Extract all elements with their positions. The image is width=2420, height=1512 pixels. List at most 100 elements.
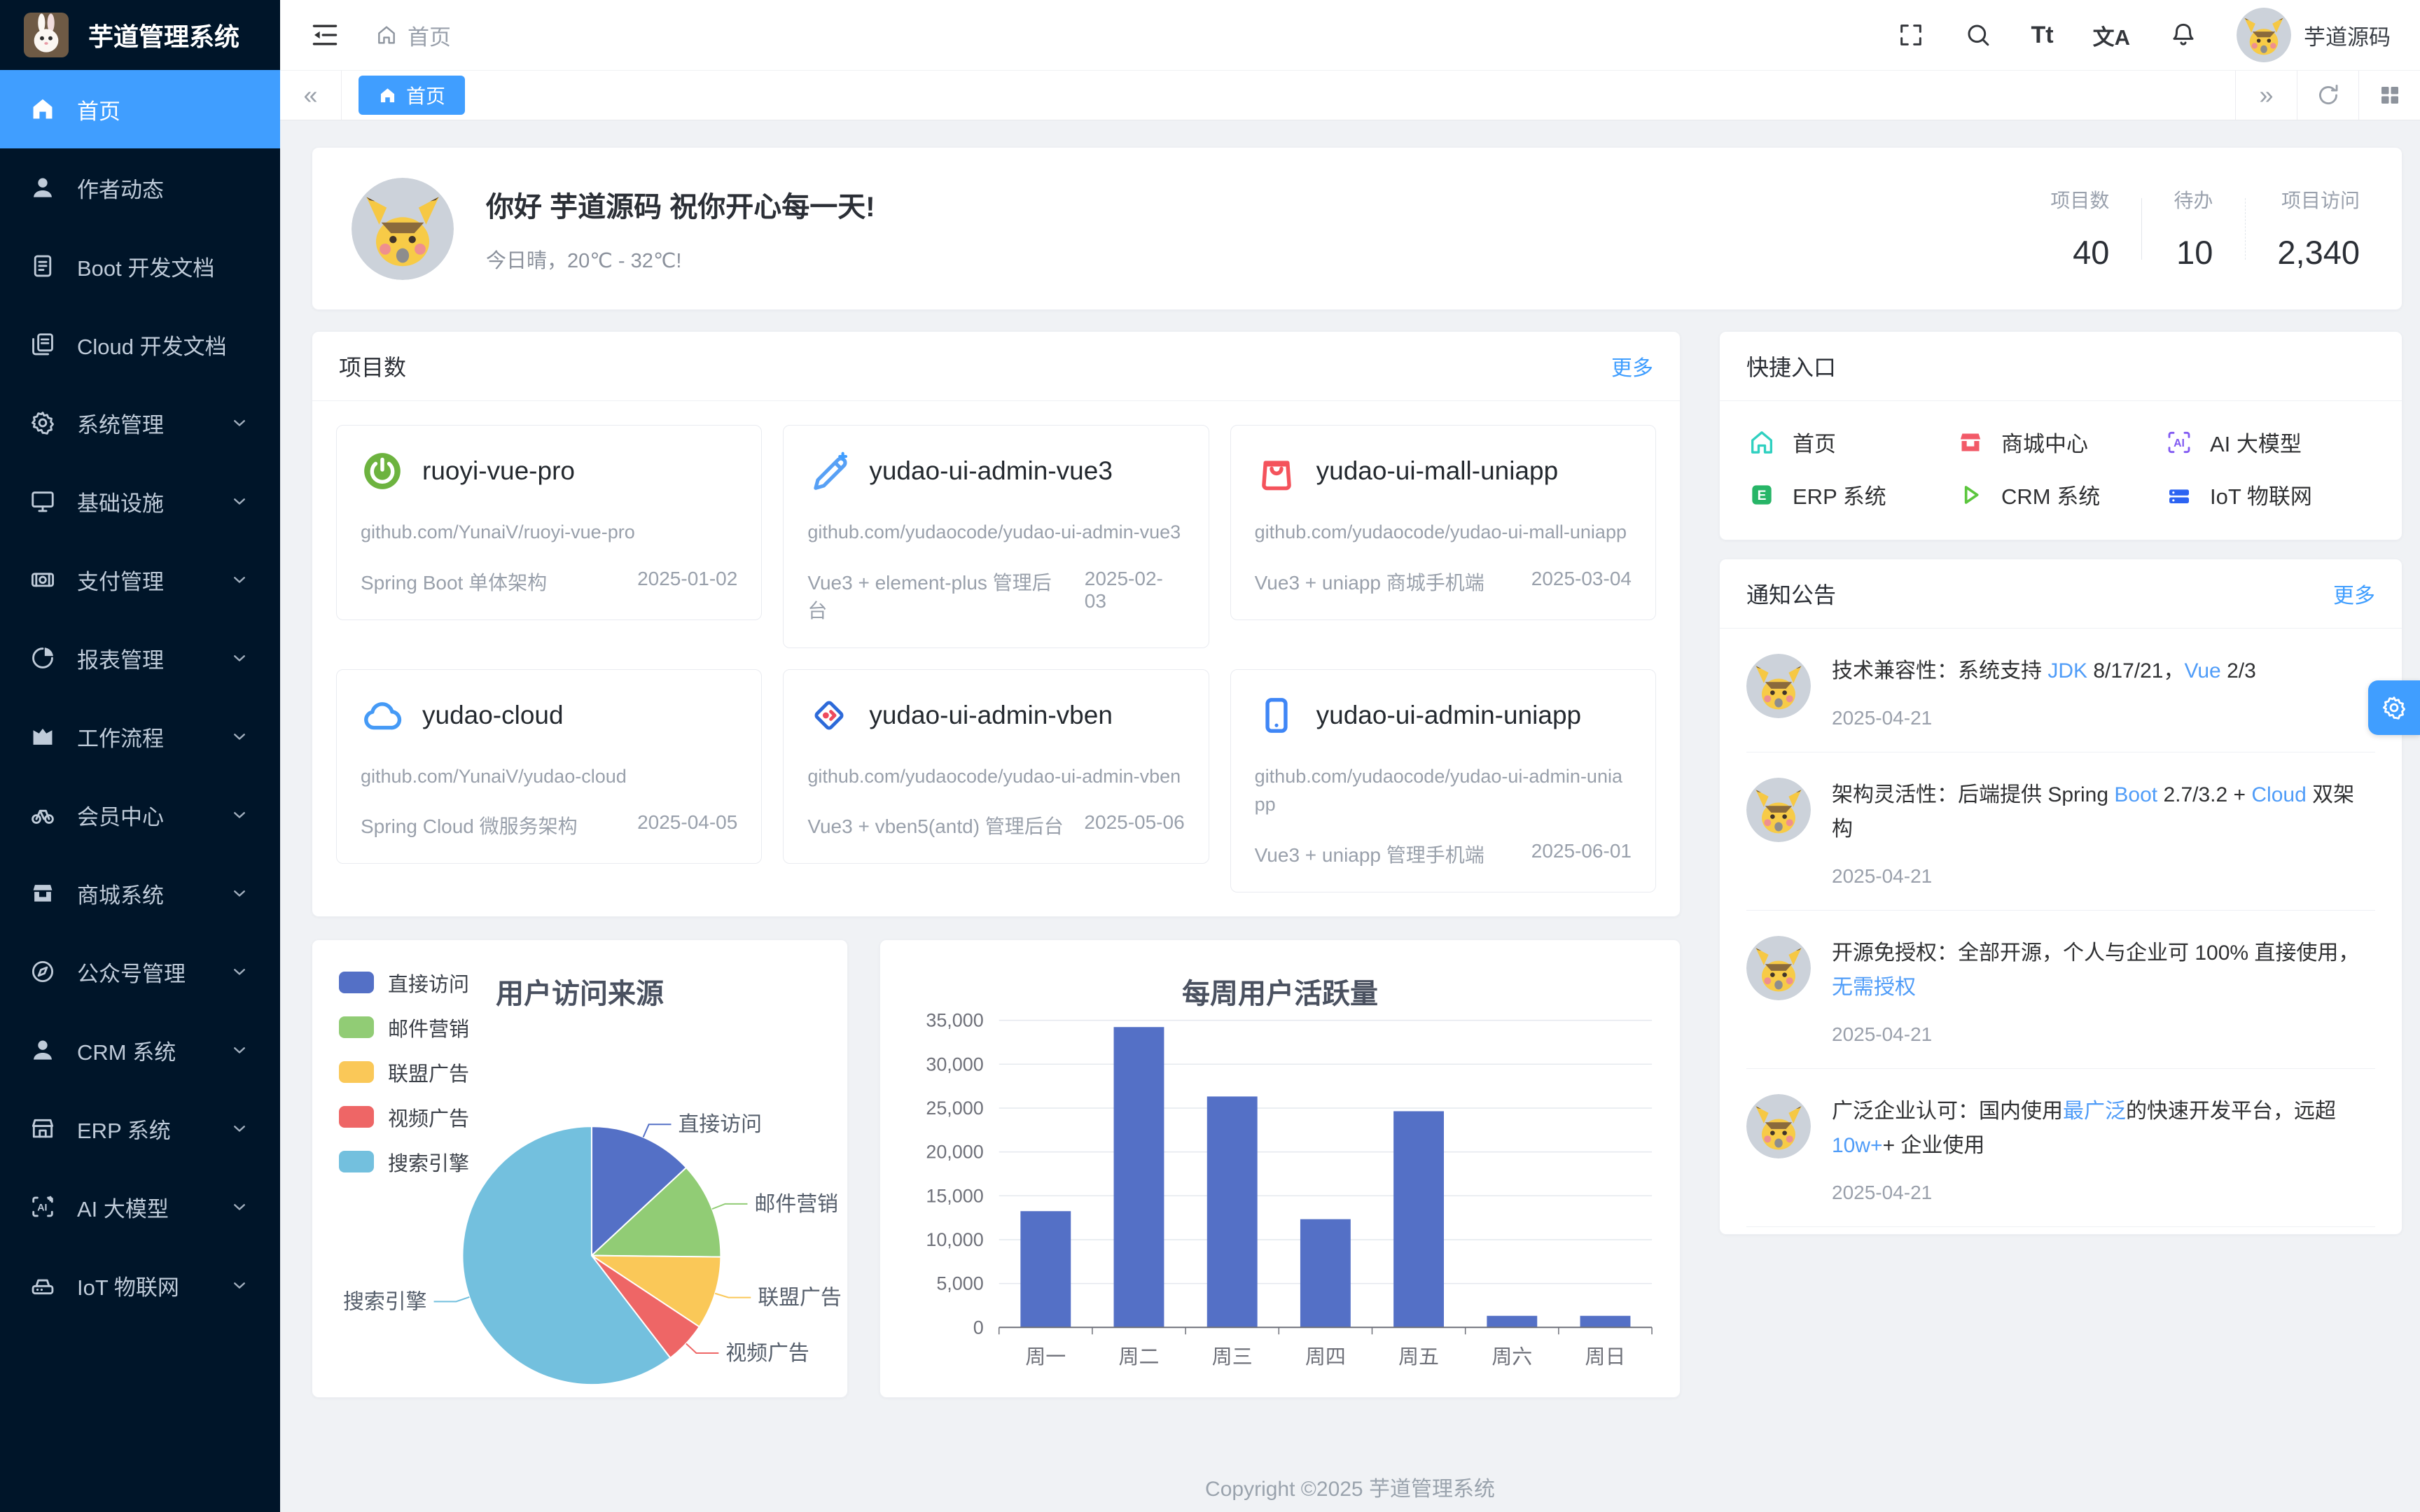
legend-item-联盟广告[interactable]: 联盟广告 — [339, 1058, 469, 1087]
language-icon[interactable]: 文A — [2093, 21, 2130, 49]
bag-icon — [1255, 449, 1298, 493]
user-icon — [29, 1037, 56, 1063]
projects-title: 项目数 — [339, 350, 406, 382]
project-card-ruoyi-vue-pro[interactable]: ruoyi-vue-pro github.com/YunaiV/ruoyi-vu… — [336, 425, 762, 620]
refresh-icon[interactable] — [2297, 71, 2358, 120]
legend-item-直接访问[interactable]: 直接访问 — [339, 968, 469, 997]
sidebar-item-10[interactable]: 商城系统 — [0, 854, 280, 932]
sidebar-item-label: 作者动态 — [77, 172, 251, 204]
sidebar-item-12[interactable]: CRM 系统 — [0, 1011, 280, 1089]
notice-item-0[interactable]: 技术兼容性：系统支持 JDK 8/17/21，Vue 2/3 2025-04-2… — [1746, 629, 2375, 752]
workflow-icon — [29, 723, 56, 750]
sidebar-menu: 首页 作者动态 Boot 开发文档 Cloud 开发文档 系统管理 基础设施 — [0, 70, 280, 1512]
quick-entry-card: 快捷入口 首页 商城中心 AI AI 大模型 E ERP 系统 CRM 系统 I… — [1719, 331, 2402, 540]
project-card-yudao-cloud[interactable]: yudao-cloud github.com/YunaiV/yudao-clou… — [336, 669, 762, 864]
legend-swatch — [339, 1151, 374, 1172]
tabs-menu-icon[interactable] — [2358, 71, 2420, 120]
tab-label: 首页 — [406, 81, 445, 109]
svg-text:视频广告: 视频广告 — [725, 1341, 809, 1364]
sidebar-item-9[interactable]: 会员中心 — [0, 776, 280, 854]
quick-link-CRM 系统[interactable]: CRM 系统 — [1956, 479, 2165, 510]
svg-text:周四: 周四 — [1305, 1346, 1346, 1368]
svg-text:搜索引擎: 搜索引擎 — [343, 1290, 427, 1313]
sidebar-item-4[interactable]: 系统管理 — [0, 384, 280, 462]
legend-item-邮件营销[interactable]: 邮件营销 — [339, 1013, 469, 1042]
sidebar-item-11[interactable]: 公众号管理 — [0, 932, 280, 1011]
notice-item-2[interactable]: 开源免授权：全部开源，个人与企业可 100% 直接使用，无需授权 2025-04… — [1746, 911, 2375, 1069]
sidebar-item-2[interactable]: Boot 开发文档 — [0, 227, 280, 305]
chevron-down-icon — [228, 1039, 251, 1061]
bicycle-icon — [29, 802, 56, 828]
sidebar-item-label: CRM 系统 — [77, 1035, 228, 1066]
sidebar-item-6[interactable]: 支付管理 — [0, 540, 280, 619]
project-date: 2025-02-03 — [1085, 568, 1185, 624]
project-card-yudao-ui-admin-vue3[interactable]: yudao-ui-admin-vue3 github.com/yudaocode… — [783, 425, 1209, 648]
svg-text:35,000: 35,000 — [926, 1009, 983, 1030]
settings-button[interactable] — [2368, 680, 2420, 735]
notice-text: 广泛企业认可：国内使用最广泛的快速开发平台，远超 10w++ 企业使用 — [1832, 1094, 2375, 1163]
project-name: yudao-ui-admin-vben — [869, 701, 1113, 730]
sidebar-item-7[interactable]: 报表管理 — [0, 619, 280, 697]
chevron-down-icon — [228, 647, 251, 669]
quick-link-AI 大模型[interactable]: AI AI 大模型 — [2165, 426, 2374, 458]
svg-text:周六: 周六 — [1491, 1346, 1532, 1368]
svg-text:直接访问: 直接访问 — [678, 1113, 762, 1136]
legend-item-搜索引擎[interactable]: 搜索引擎 — [339, 1147, 469, 1177]
sidebar-item-8[interactable]: 工作流程 — [0, 697, 280, 776]
bar-chart-title: 每周用户活跃量 — [880, 971, 1680, 1011]
sidebar-item-3[interactable]: Cloud 开发文档 — [0, 305, 280, 384]
notices-card: 通知公告 更多 技术兼容性：系统支持 JDK 8/17/21，Vue 2/3 2… — [1719, 559, 2402, 1235]
project-card-yudao-ui-mall-uniapp[interactable]: yudao-ui-mall-uniapp github.com/yudaocod… — [1230, 425, 1656, 620]
notice-item-3[interactable]: 广泛企业认可：国内使用最广泛的快速开发平台，远超 10w++ 企业使用 2025… — [1746, 1069, 2375, 1227]
app-logo-row[interactable]: 芋道管理系统 — [0, 0, 280, 70]
q-erp-icon: E — [1748, 481, 1776, 509]
sidebar-item-5[interactable]: 基础设施 — [0, 462, 280, 540]
notices-more-link[interactable]: 更多 — [2333, 578, 2375, 609]
columns: 项目数 更多 ruoyi-vue-pro github.com/YunaiV/r… — [312, 331, 2402, 1398]
search-icon[interactable] — [1964, 21, 1992, 49]
chevron-down-icon — [228, 412, 251, 434]
bell-icon[interactable] — [2169, 21, 2197, 49]
user-menu[interactable]: 芋道源码 — [2237, 8, 2391, 62]
sidebar-collapse-icon[interactable] — [310, 20, 340, 50]
sidebar-item-13[interactable]: ERP 系统 — [0, 1089, 280, 1168]
project-card-yudao-ui-admin-vben[interactable]: yudao-ui-admin-vben github.com/yudaocode… — [783, 669, 1209, 864]
font-size-icon[interactable]: Tt — [2031, 21, 2054, 49]
notice-item-1[interactable]: 架构灵活性：后端提供 Spring Boot 2.7/3.2 + Cloud 双… — [1746, 752, 2375, 911]
avatar — [2237, 8, 2291, 62]
project-date: 2025-01-02 — [637, 568, 737, 596]
app-title: 芋道管理系统 — [88, 17, 239, 53]
sidebar-item-0[interactable]: 首页 — [0, 70, 280, 148]
sidebar-item-15[interactable]: IoT 物联网 — [0, 1246, 280, 1324]
docs-icon — [29, 331, 56, 358]
tabs-scroll-right-icon[interactable]: » — [2235, 71, 2297, 120]
svg-text:5,000: 5,000 — [936, 1273, 983, 1294]
quick-link-首页[interactable]: 首页 — [1748, 426, 1956, 458]
quick-link-商城中心[interactable]: 商城中心 — [1956, 426, 2165, 458]
project-card-yudao-ui-admin-uniapp[interactable]: yudao-ui-admin-uniapp github.com/yudaoco… — [1230, 669, 1656, 892]
footer-copyright: Copyright ©2025 芋道管理系统 — [280, 1471, 2420, 1502]
sidebar-item-14[interactable]: AI AI 大模型 — [0, 1168, 280, 1246]
sidebar-item-label: 首页 — [77, 94, 251, 125]
tabs: 首页 — [342, 71, 2235, 120]
legend-swatch — [339, 1061, 374, 1083]
project-top: ruoyi-vue-pro — [361, 449, 737, 493]
quick-link-label: 商城中心 — [2001, 426, 2088, 458]
tabs-scroll-left-icon[interactable]: « — [280, 71, 342, 120]
project-meta: Spring Boot 单体架构 2025-01-02 — [361, 568, 737, 596]
pie-icon — [29, 645, 56, 671]
quick-link-ERP 系统[interactable]: E ERP 系统 — [1748, 479, 1956, 510]
svg-text:邮件营销: 邮件营销 — [754, 1192, 838, 1215]
sidebar-item-1[interactable]: 作者动态 — [0, 148, 280, 227]
quick-entry-grid: 首页 商城中心 AI AI 大模型 E ERP 系统 CRM 系统 IoT 物联… — [1720, 401, 2402, 540]
legend-item-视频广告[interactable]: 视频广告 — [339, 1102, 469, 1132]
tab-home[interactable]: 首页 — [359, 76, 465, 115]
projects-more-link[interactable]: 更多 — [1611, 351, 1653, 382]
svg-text:周一: 周一 — [1025, 1346, 1066, 1368]
avatar — [1746, 936, 1811, 1000]
svg-text:0: 0 — [973, 1317, 984, 1338]
right-column: 快捷入口 首页 商城中心 AI AI 大模型 E ERP 系统 CRM 系统 I… — [1719, 331, 2402, 1235]
quick-link-IoT 物联网[interactable]: IoT 物联网 — [2165, 479, 2374, 510]
quick-entry-head: 快捷入口 — [1720, 332, 2402, 401]
fullscreen-icon[interactable] — [1897, 21, 1925, 49]
